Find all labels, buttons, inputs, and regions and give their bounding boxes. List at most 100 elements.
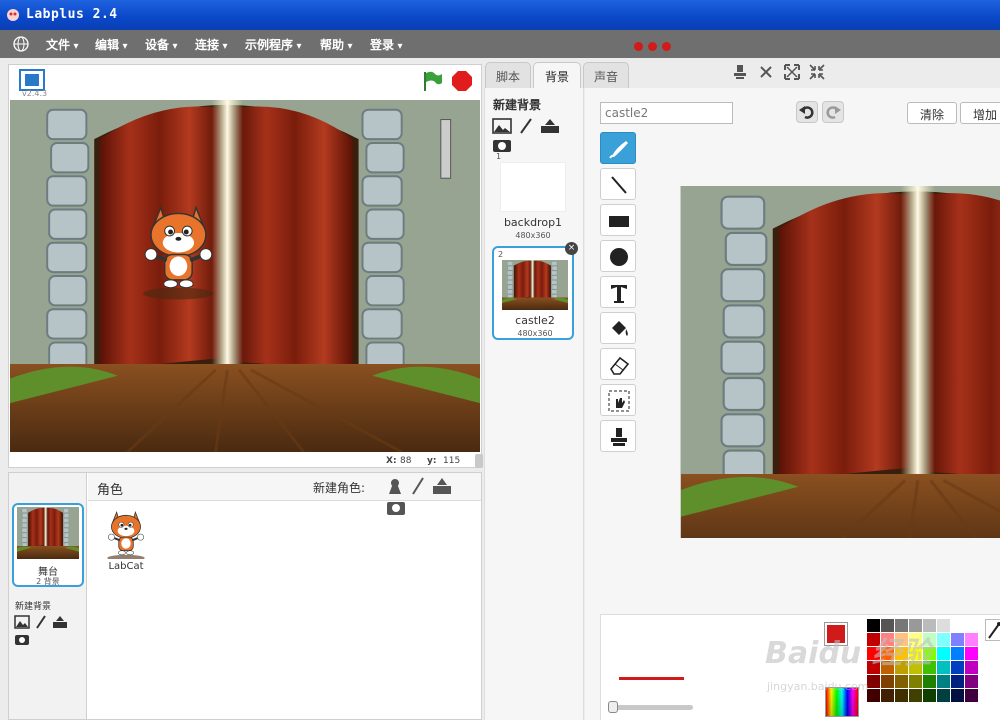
add-button[interactable]: 增加 — [960, 102, 1000, 124]
tab-sounds[interactable]: 声音 — [583, 62, 629, 88]
fill-tool[interactable] — [600, 312, 636, 344]
eraser-icon — [610, 356, 630, 375]
stage-canvas[interactable] — [10, 100, 480, 452]
stamp-icon — [611, 428, 627, 446]
eraser-tool[interactable] — [600, 348, 636, 380]
sprite-header: 角色 新建角色: — [88, 473, 481, 515]
stamp-tool[interactable] — [600, 420, 636, 452]
grow-icon[interactable] — [783, 64, 800, 80]
redo-icon — [826, 106, 841, 119]
tab-backdrops[interactable]: 背景 — [533, 62, 581, 90]
ellipse-tool[interactable] — [600, 240, 636, 272]
backdrop-library-icon[interactable] — [492, 118, 512, 134]
redo-button[interactable] — [822, 101, 844, 123]
mouse-coordinates: X: 88 y: 115 — [386, 456, 461, 466]
backdrop-item[interactable]: 1 backdrop1 480x360 — [492, 150, 574, 244]
stage-thumb-image — [17, 507, 79, 559]
connection-status-dots — [634, 40, 676, 54]
camera-backdrop-icon[interactable] — [14, 632, 30, 646]
baidu-watermark: Baidu 经验 jingyan.baidu.com — [765, 628, 985, 710]
menu-file[interactable]: 文件 — [46, 36, 79, 53]
sprite-tools-bar — [732, 64, 831, 83]
paint-canvas[interactable] — [680, 186, 1000, 538]
shrink-icon[interactable] — [809, 64, 826, 80]
tab-scripts[interactable]: 脚本 — [485, 62, 531, 88]
paint-backdrop-icon[interactable] — [35, 615, 47, 629]
upload-backdrop-icon[interactable] — [540, 118, 560, 134]
new-backdrop-tools — [14, 615, 86, 649]
sprite-name: LabCat — [108, 561, 144, 572]
duplicate-icon[interactable] — [732, 64, 748, 80]
clear-button[interactable]: 清除 — [907, 102, 957, 124]
backdrop-list: 新建背景 1 backdrop1 480x360 2 castle2 480x3… — [484, 88, 584, 720]
new-backdrop-header: 新建背景 — [493, 98, 542, 112]
line-width-preview — [619, 677, 684, 680]
menu-device[interactable]: 设备 — [145, 36, 178, 53]
stage-collapse-handle[interactable] — [475, 454, 483, 468]
menu-examples[interactable]: 示例程序 — [245, 36, 302, 53]
undo-icon — [799, 106, 814, 119]
sprite-panel: 舞台 2 背景 新建背景 角色 新建角色: LabCat — [8, 472, 482, 720]
menu-bar: 文件 编辑 设备 连接 示例程序 帮助 登录 — [0, 30, 1000, 58]
paint-backdrop-icon[interactable] — [519, 118, 533, 134]
backdrop-item-selected[interactable]: 2 castle2 480x360 × — [492, 242, 578, 340]
camera-sprite-icon[interactable] — [386, 498, 406, 516]
select-hand-icon — [608, 390, 630, 412]
mouse-x-value: 88 — [400, 456, 412, 466]
app-icon — [7, 9, 19, 21]
stop-icon[interactable] — [451, 70, 473, 92]
line-width-slider-knob[interactable] — [608, 701, 618, 713]
text-icon — [611, 285, 627, 303]
undo-button[interactable] — [796, 101, 818, 123]
brush-icon — [609, 141, 628, 159]
new-sprite-label: 新建角色: — [313, 481, 366, 495]
mouse-y-value: 115 — [443, 456, 461, 466]
backdrop-name: castle2 — [515, 314, 555, 327]
upload-sprite-icon[interactable] — [432, 477, 452, 495]
labcat-thumbnail — [106, 511, 146, 563]
rectangle-icon — [609, 216, 629, 227]
backdrop-thumbnail — [502, 260, 568, 310]
eyedropper-icon — [988, 622, 1000, 639]
sprite-item[interactable]: LabCat — [104, 507, 148, 572]
paint-sprite-icon[interactable] — [411, 477, 425, 495]
backdrop-size: 480x360 — [515, 231, 551, 240]
stage-column: 舞台 2 背景 新建背景 — [9, 473, 87, 719]
line-width-slider[interactable] — [611, 705, 693, 710]
rectangle-tool[interactable] — [600, 204, 636, 236]
upload-backdrop-icon[interactable] — [52, 615, 68, 629]
backdrop-thumbnail — [500, 162, 566, 212]
stage-backdrop-count: 2 背景 — [36, 577, 60, 586]
green-flag-icon[interactable] — [421, 70, 443, 92]
paint-editor: 清除 增加 — [585, 88, 1000, 720]
fullscreen-icon[interactable] — [19, 69, 45, 91]
menu-connect[interactable]: 连接 — [195, 36, 228, 53]
menu-edit[interactable]: 编辑 — [95, 36, 128, 53]
line-icon — [611, 176, 627, 194]
fill-bucket-icon — [612, 321, 628, 336]
watermark-brand: Baidu 经验 — [765, 636, 932, 671]
globe-icon[interactable] — [13, 36, 29, 52]
sprite-library-icon[interactable] — [386, 477, 404, 495]
window-title: Labplus 2.4 — [26, 7, 118, 22]
new-sprite-tools — [386, 477, 481, 519]
backdrop-name-input[interactable] — [600, 102, 733, 124]
delete-icon[interactable]: × — [565, 242, 578, 255]
stage-panel: v2.4.3 X: 88 y: 115 — [8, 64, 482, 468]
line-tool[interactable] — [600, 168, 636, 200]
select-tool[interactable] — [600, 384, 636, 416]
menu-help[interactable]: 帮助 — [320, 36, 353, 53]
menu-login[interactable]: 登录 — [370, 36, 403, 53]
ellipse-icon — [610, 248, 628, 266]
sprites-title: 角色 — [97, 483, 124, 498]
brush-tool[interactable] — [600, 132, 636, 164]
stage-toolbar: v2.4.3 — [9, 65, 481, 99]
cut-icon[interactable] — [758, 64, 774, 80]
version-label: v2.4.3 — [22, 89, 48, 98]
backdrop-library-icon[interactable] — [14, 615, 30, 629]
backdrop-size: 480x360 — [517, 329, 553, 338]
watermark-url: jingyan.baidu.com — [767, 680, 869, 693]
stage-thumbnail[interactable]: 舞台 2 背景 — [12, 503, 84, 587]
eyedropper-button[interactable] — [985, 619, 1000, 641]
text-tool[interactable] — [600, 276, 636, 308]
